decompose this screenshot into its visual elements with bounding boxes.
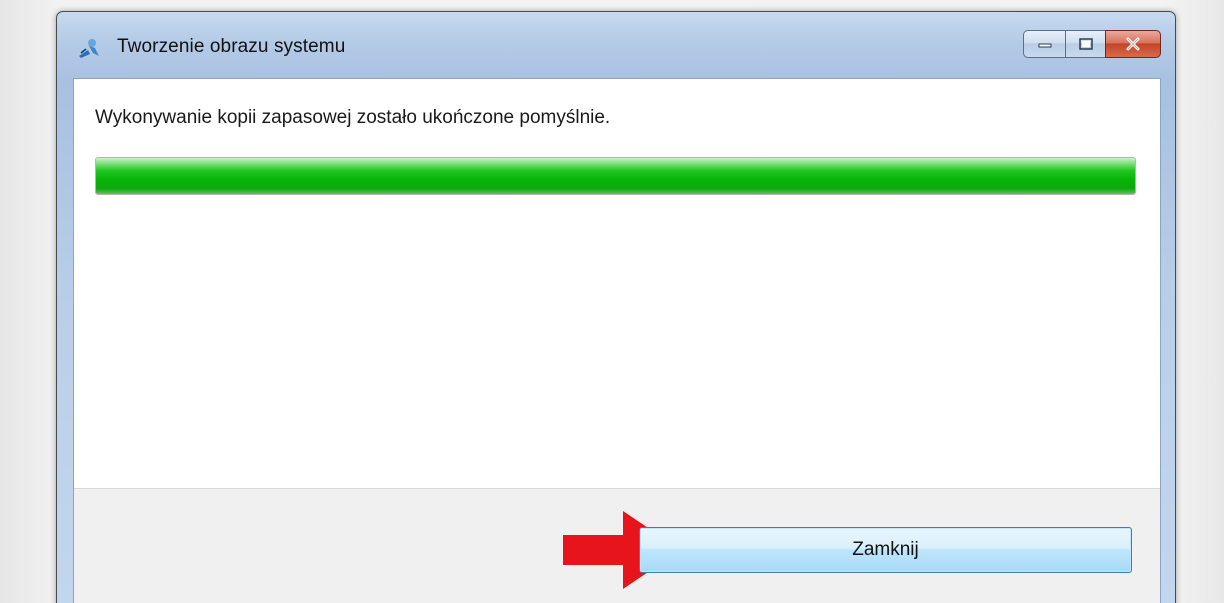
close-button[interactable]: Zamknij [639, 527, 1132, 573]
status-message: Wykonywanie kopii zapasowej zostało ukoń… [95, 107, 611, 128]
window-title: Tworzenie obrazu systemu [117, 36, 346, 57]
close-icon [1126, 37, 1140, 51]
dialog-window: Tworzenie obrazu systemu Wykonywanie kop… [56, 11, 1176, 603]
minimize-button[interactable] [1023, 30, 1065, 58]
dialog-content: Wykonywanie kopii zapasowej zostało ukoń… [73, 78, 1161, 603]
title-bar[interactable]: Tworzenie obrazu systemu [57, 12, 1175, 78]
progress-fill [96, 158, 1135, 194]
maximize-button[interactable] [1065, 30, 1105, 58]
backup-app-icon [79, 39, 99, 58]
maximize-icon [1078, 38, 1093, 50]
close-window-button[interactable] [1105, 30, 1161, 58]
minimize-icon [1038, 43, 1051, 48]
dialog-footer: Zamknij [74, 488, 1160, 603]
progress-bar [95, 157, 1136, 195]
page: Tworzenie obrazu systemu Wykonywanie kop… [0, 0, 1224, 603]
caption-buttons [1023, 30, 1161, 60]
